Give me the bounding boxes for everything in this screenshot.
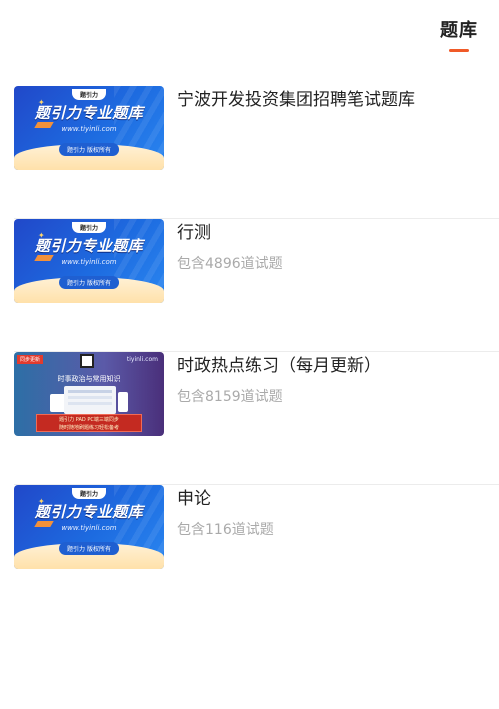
banner-url: www.tiyinli.com: [61, 524, 117, 532]
question-bank-page: 题库 题引力 ✦ 题引力专业题库 www.tiyinli.com 题引力 版权所…: [0, 0, 499, 709]
list-item-shenlun[interactable]: 题引力 ✦ 题引力专业题库 www.tiyinli.com 题引力 版权所有 申…: [14, 485, 499, 618]
banner-promo-bar: 题引力 PAD PC端三端同步 随时随地刷题练习轻松备考: [36, 414, 142, 432]
brand-logo: 题引力: [71, 222, 107, 233]
banner-headline: 题引力专业题库: [34, 237, 144, 255]
brand-logo: 题引力: [71, 89, 107, 100]
item-info: 宁波开发投资集团招聘笔试题库: [177, 88, 489, 112]
item-title: 申论: [177, 489, 211, 509]
update-tag: 同步更新: [17, 355, 44, 364]
promo-line-1: 题引力 PAD PC端三端同步: [59, 417, 119, 423]
thumbnail-banner: 题引力 ✦ 题引力专业题库 www.tiyinli.com 题引力 版权所有: [14, 86, 164, 170]
banner-heading: 时事政治与常用知识: [57, 375, 121, 383]
tab-label: 题库: [440, 20, 478, 41]
item-title: 时政热点练习（每月更新）: [177, 356, 381, 376]
item-info: 行测 包含4896道试题: [177, 221, 489, 273]
list-item-current-affairs[interactable]: 同步更新 tiyinli.com 时事政治与常用知识 题引力 PAD PC端三端…: [14, 352, 499, 485]
item-thumbnail: 同步更新 tiyinli.com 时事政治与常用知识 题引力 PAD PC端三端…: [14, 352, 164, 436]
banner-badge: 题引力 版权所有: [59, 542, 119, 555]
thumbnail-news-banner: 同步更新 tiyinli.com 时事政治与常用知识 题引力 PAD PC端三端…: [14, 352, 164, 436]
item-info: 时政热点练习（每月更新） 包含8159道试题: [177, 354, 489, 406]
item-question-count: 包含4896道试题: [177, 256, 283, 272]
item-thumbnail: 题引力 ✦ 题引力专业题库 www.tiyinli.com 题引力 版权所有: [14, 219, 164, 303]
banner-url: www.tiyinli.com: [61, 258, 117, 266]
item-question-count: 包含116道试题: [177, 522, 274, 538]
item-info: 申论 包含116道试题: [177, 487, 489, 539]
tab-active-indicator: [449, 49, 469, 52]
tab-question-bank[interactable]: 题库: [437, 16, 481, 52]
banner-badge: 题引力 版权所有: [59, 276, 119, 289]
banner-url: www.tiyinli.com: [61, 125, 117, 133]
banner-headline: 题引力专业题库: [34, 104, 144, 122]
item-title: 宁波开发投资集团招聘笔试题库: [177, 90, 415, 110]
brand-logo: 题引力: [71, 488, 107, 499]
thumbnail-banner: 题引力 ✦ 题引力专业题库 www.tiyinli.com 题引力 版权所有: [14, 219, 164, 303]
list-item-xingce[interactable]: 题引力 ✦ 题引力专业题库 www.tiyinli.com 题引力 版权所有 行…: [14, 219, 499, 352]
item-thumbnail: 题引力 ✦ 题引力专业题库 www.tiyinli.com 题引力 版权所有: [14, 86, 164, 170]
banner-site: tiyinli.com: [126, 356, 158, 363]
thumbnail-banner: 题引力 ✦ 题引力专业题库 www.tiyinli.com 题引力 版权所有: [14, 485, 164, 569]
phone-screenshot-icon: [118, 392, 128, 412]
banner-headline: 题引力专业题库: [34, 503, 144, 521]
qr-code-icon: [80, 354, 94, 368]
item-question-count: 包含8159道试题: [177, 389, 283, 405]
question-bank-list: 题引力 ✦ 题引力专业题库 www.tiyinli.com 题引力 版权所有 宁…: [14, 86, 499, 618]
item-title: 行测: [177, 223, 211, 243]
banner-badge: 题引力 版权所有: [59, 143, 119, 156]
list-item-ningbo[interactable]: 题引力 ✦ 题引力专业题库 www.tiyinli.com 题引力 版权所有 宁…: [14, 86, 499, 219]
desktop-screenshot-icon: [64, 386, 116, 414]
promo-line-2: 随时随地刷题练习轻松备考: [58, 425, 119, 431]
item-thumbnail: 题引力 ✦ 题引力专业题库 www.tiyinli.com 题引力 版权所有: [14, 485, 164, 569]
